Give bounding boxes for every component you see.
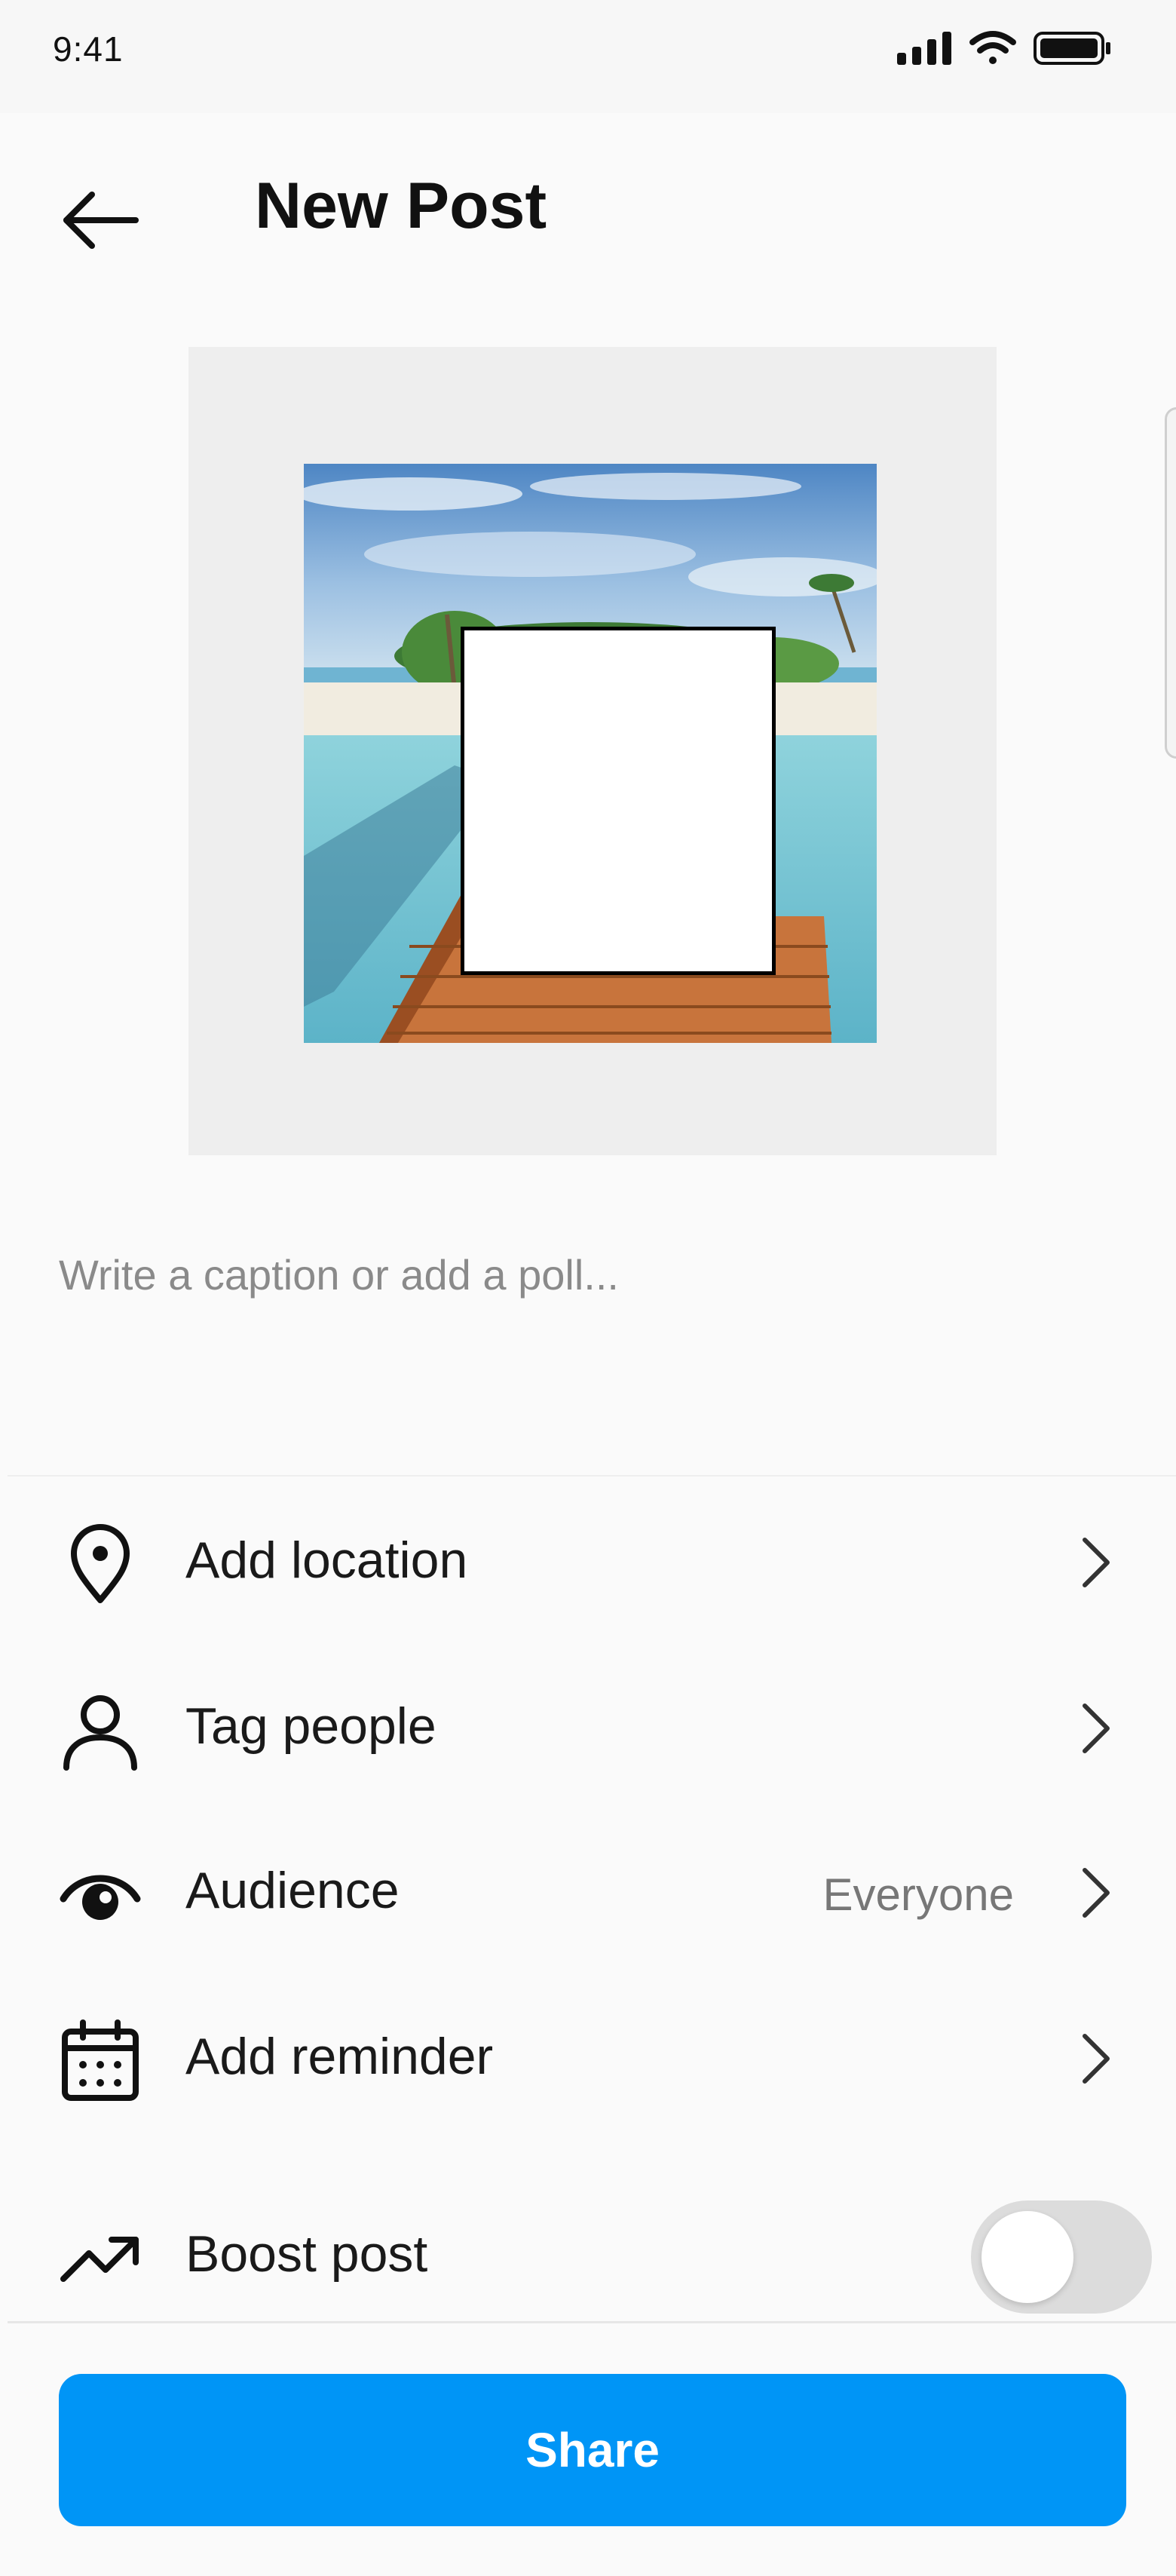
add-location-row[interactable]: Add location: [0, 1486, 1176, 1636]
audience-value: Everyone: [822, 1869, 1014, 1920]
signal-icon: [897, 32, 951, 65]
row-label: Add location: [185, 1532, 468, 1589]
battery-icon: [1034, 32, 1110, 65]
chevron-right-icon: [1074, 1698, 1119, 1759]
side-scroll-handle[interactable]: [1165, 407, 1176, 759]
header: New Post: [0, 113, 1176, 302]
divider: [8, 1475, 1176, 1477]
eye-icon: [59, 1854, 142, 1937]
person-icon: [59, 1689, 142, 1772]
divider: [8, 2321, 1176, 2323]
post-photo[interactable]: [304, 464, 877, 1043]
back-button[interactable]: [53, 173, 143, 264]
chevron-right-icon: [1074, 2029, 1119, 2089]
location-pin-icon: [59, 1523, 142, 1606]
caption-input[interactable]: [59, 1229, 1114, 1320]
boost-toggle[interactable]: [971, 2200, 1152, 2314]
status-time: 9:41: [53, 29, 124, 69]
arrow-left-icon: [63, 192, 139, 249]
audience-row[interactable]: Audience Everyone: [0, 1816, 1176, 1967]
row-label: Add reminder: [185, 2028, 494, 2085]
wifi-icon: [969, 31, 1016, 64]
trending-up-icon: [59, 2217, 142, 2300]
calendar-icon: [59, 2019, 142, 2102]
page-title: New Post: [255, 170, 547, 242]
chevron-right-icon: [1074, 1532, 1119, 1593]
row-label: Boost post: [185, 2225, 428, 2283]
row-label: Tag people: [185, 1697, 436, 1755]
tag-people-row[interactable]: Tag people: [0, 1651, 1176, 1802]
media-preview: [188, 347, 997, 1155]
status-icons: [897, 30, 1116, 68]
redaction-box: [461, 627, 776, 975]
share-button[interactable]: Share: [59, 2374, 1126, 2526]
row-label: Audience: [185, 1862, 400, 1919]
chevron-right-icon: [1074, 1863, 1119, 1923]
add-reminder-row[interactable]: Add reminder: [0, 1982, 1176, 2133]
status-bar: 9:41: [0, 0, 1176, 115]
toggle-knob: [982, 2211, 1073, 2303]
